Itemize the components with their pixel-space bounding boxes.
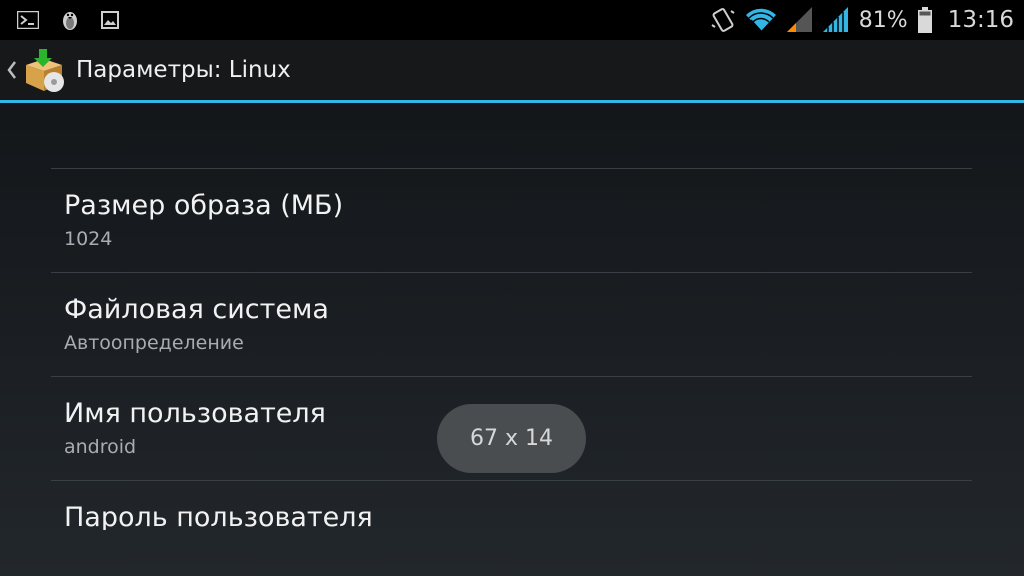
- toast-message: 67 x 14: [437, 404, 586, 473]
- setting-title: Имя пользователя: [64, 398, 326, 429]
- page-title: Параметры: Linux: [76, 57, 291, 83]
- battery-percent: 81%: [858, 7, 908, 33]
- action-bar: Параметры: Linux: [0, 40, 1024, 103]
- setting-summary: Автоопределение: [64, 332, 244, 354]
- setting-user-password[interactable]: Пароль пользователя: [51, 481, 972, 530]
- setting-file-system[interactable]: Файловая система Автоопределение: [51, 273, 972, 376]
- setting-title: Файловая система: [64, 294, 329, 325]
- terminal-icon: [17, 11, 39, 29]
- vibrate-icon: [711, 7, 735, 33]
- notification-icons: [0, 9, 119, 31]
- setting-title: Пароль пользователя: [64, 502, 373, 530]
- battery-icon: [917, 7, 932, 33]
- clock: 13:16: [947, 7, 1014, 33]
- setting-title: Размер образа (МБ): [64, 190, 344, 221]
- setting-summary: 1024: [64, 228, 113, 250]
- package-install-icon[interactable]: [22, 47, 68, 93]
- system-icons: 81% 13:16: [711, 7, 1024, 33]
- back-chevron-icon[interactable]: [6, 58, 20, 82]
- settings-list: Размер образа (МБ) 1024 Файловая система…: [51, 168, 972, 530]
- signal-icon: [786, 7, 813, 33]
- wifi-icon: [745, 8, 777, 32]
- status-bar: 81% 13:16: [0, 0, 1024, 40]
- setting-image-size[interactable]: Размер образа (МБ) 1024: [51, 169, 972, 272]
- image-icon: [101, 11, 119, 29]
- penguin-icon: [61, 9, 79, 31]
- setting-summary: android: [64, 436, 137, 458]
- signal-icon: [822, 7, 849, 33]
